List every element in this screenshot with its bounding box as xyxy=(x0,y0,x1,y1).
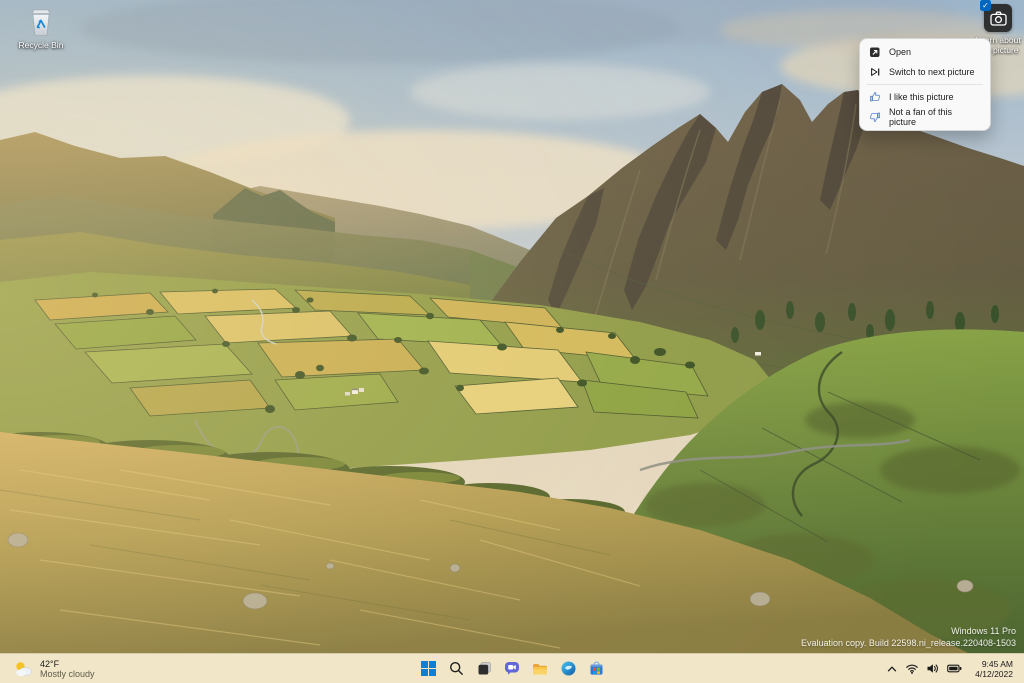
context-menu-item-next-picture[interactable]: Switch to next picture xyxy=(863,62,987,82)
microsoft-store-icon xyxy=(589,661,604,676)
weather-condition: Mostly cloudy xyxy=(40,669,95,679)
thumbs-down-icon xyxy=(869,111,881,123)
desktop-background[interactable]: Recycle Bin ✓ Learn about this picture O… xyxy=(0,0,1024,654)
task-view-icon xyxy=(477,661,492,676)
search-button[interactable] xyxy=(444,657,468,681)
selected-checkmark: ✓ xyxy=(980,0,991,11)
chat-icon xyxy=(504,661,520,676)
file-explorer-button[interactable] xyxy=(528,657,552,681)
weather-temperature: 42°F xyxy=(40,659,95,669)
hidden-icons-chevron[interactable] xyxy=(886,663,898,675)
context-menu-item-dislike[interactable]: Not a fan of this picture xyxy=(863,107,987,127)
spotlight-context-menu: Open Switch to next picture I like this … xyxy=(859,38,991,131)
context-menu-label: Not a fan of this picture xyxy=(889,107,981,127)
edge-icon xyxy=(561,661,576,676)
file-explorer-icon xyxy=(532,662,548,676)
context-menu-label: I like this picture xyxy=(889,92,954,102)
network-button[interactable] xyxy=(905,662,919,675)
battery-button[interactable] xyxy=(947,662,962,675)
desktop-icon-recycle-bin[interactable]: Recycle Bin xyxy=(8,7,74,50)
partly-cloudy-icon xyxy=(13,660,33,678)
search-icon xyxy=(449,661,464,676)
microsoft-store-button[interactable] xyxy=(584,657,608,681)
wifi-icon xyxy=(905,662,919,675)
clock-date: 4/12/2022 xyxy=(975,669,1013,679)
clock[interactable]: 9:45 AM 4/12/2022 xyxy=(975,659,1013,679)
edge-button[interactable] xyxy=(556,657,580,681)
context-menu-label: Switch to next picture xyxy=(889,67,975,77)
battery-icon xyxy=(947,662,962,675)
thumbs-up-icon xyxy=(869,91,881,103)
start-button[interactable] xyxy=(416,657,440,681)
widgets-button[interactable]: 42°F Mostly cloudy xyxy=(0,654,108,683)
chevron-up-icon xyxy=(886,663,898,675)
evaluation-watermark: Windows 11 Pro Evaluation copy. Build 22… xyxy=(801,626,1016,649)
clock-time: 9:45 AM xyxy=(975,659,1013,669)
context-menu-item-like[interactable]: I like this picture xyxy=(863,87,987,107)
context-menu-item-open[interactable]: Open xyxy=(863,42,987,62)
camera-icon xyxy=(990,11,1007,26)
taskbar: 42°F Mostly cloudy xyxy=(0,653,1024,683)
menu-separator xyxy=(867,84,983,85)
windows-start-icon xyxy=(421,661,436,676)
speaker-icon xyxy=(926,662,940,675)
chat-button[interactable] xyxy=(500,657,524,681)
system-tray: 9:45 AM 4/12/2022 xyxy=(875,654,1024,683)
taskbar-center xyxy=(416,654,608,683)
recycle-bin-label: Recycle Bin xyxy=(19,40,64,50)
recycle-bin-icon xyxy=(27,7,55,37)
spotlight-camera-tile[interactable]: ✓ xyxy=(984,4,1012,32)
skip-next-icon xyxy=(869,66,881,78)
context-menu-label: Open xyxy=(889,47,911,57)
volume-button[interactable] xyxy=(926,662,940,675)
watermark-build: Evaluation copy. Build 22598.ni_release.… xyxy=(801,638,1016,650)
task-view-button[interactable] xyxy=(472,657,496,681)
open-icon xyxy=(869,46,881,58)
watermark-edition: Windows 11 Pro xyxy=(801,626,1016,638)
